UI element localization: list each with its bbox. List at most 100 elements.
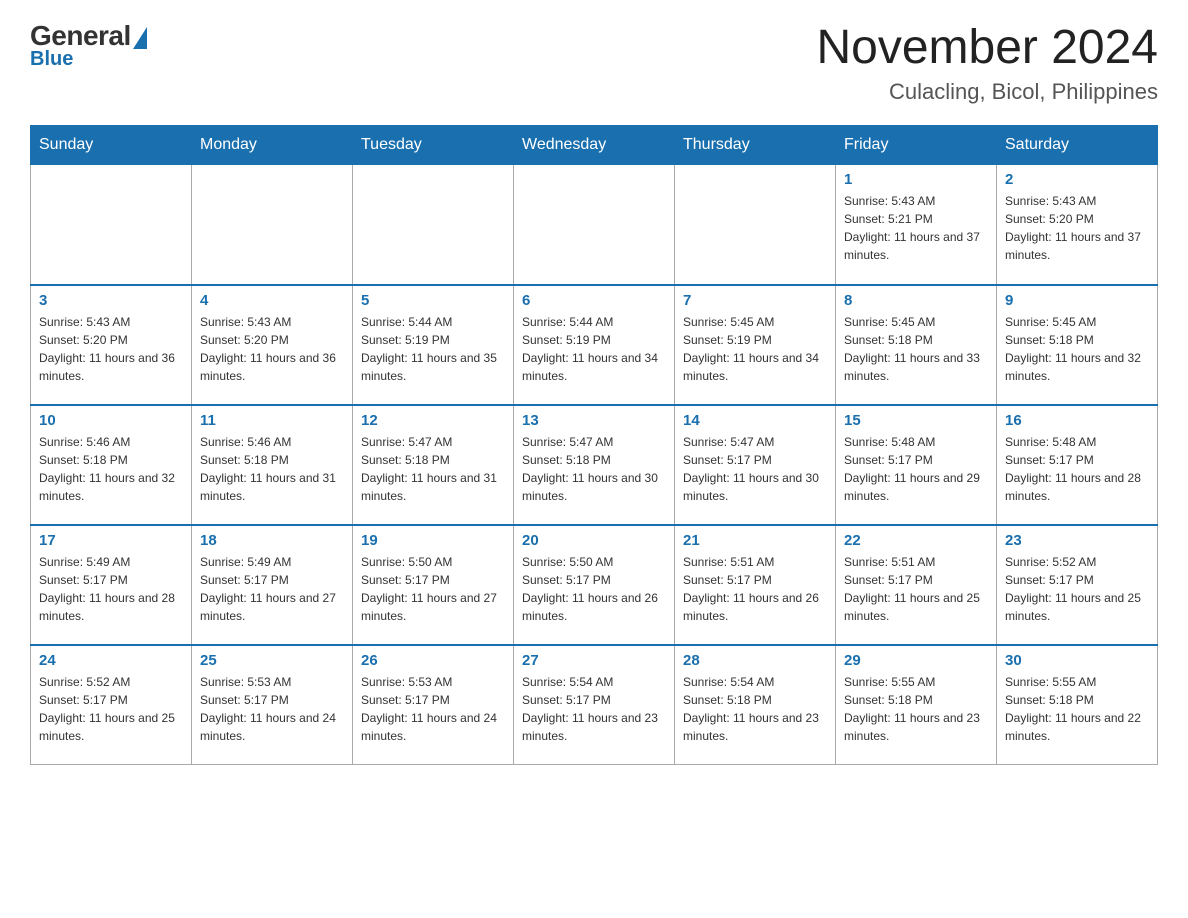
day-number: 16	[1005, 412, 1149, 429]
day-info: Sunrise: 5:50 AMSunset: 5:17 PMDaylight:…	[522, 553, 666, 625]
calendar-cell: 30 Sunrise: 5:55 AMSunset: 5:18 PMDayligh…	[997, 645, 1158, 765]
day-info: Sunrise: 5:50 AMSunset: 5:17 PMDaylight:…	[361, 553, 505, 625]
weekday-header-sunday: Sunday	[31, 126, 192, 165]
calendar-cell	[514, 165, 675, 285]
day-info: Sunrise: 5:54 AMSunset: 5:17 PMDaylight:…	[522, 673, 666, 745]
calendar-cell: 19Sunrise: 5:50 AMSunset: 5:17 PMDayligh…	[353, 525, 514, 645]
day-info: Sunrise: 5:51 AMSunset: 5:17 PMDaylight:…	[683, 553, 827, 625]
weekday-header-tuesday: Tuesday	[353, 126, 514, 165]
location-title: Culacling, Bicol, Philippines	[816, 79, 1158, 105]
day-number: 6	[522, 292, 666, 309]
title-section: November 2024 Culacling, Bicol, Philippi…	[816, 20, 1158, 105]
day-number: 9	[1005, 292, 1149, 309]
day-info: Sunrise: 5:43 AMSunset: 5:21 PMDaylight:…	[844, 192, 988, 264]
calendar-cell: 25 Sunrise: 5:53 AMSunset: 5:17 PMDayligh…	[192, 645, 353, 765]
month-title: November 2024	[816, 20, 1158, 75]
day-number: 8	[844, 292, 988, 309]
day-number: 21	[683, 532, 827, 549]
day-number: 30	[1005, 652, 1149, 669]
day-number: 4	[200, 292, 344, 309]
calendar-cell: 9 Sunrise: 5:45 AMSunset: 5:18 PMDaylight…	[997, 285, 1158, 405]
weekday-header-wednesday: Wednesday	[514, 126, 675, 165]
day-number: 20	[522, 532, 666, 549]
day-number: 10	[39, 412, 183, 429]
day-number: 1	[844, 171, 988, 188]
day-info: Sunrise: 5:55 AMSunset: 5:18 PMDaylight:…	[1005, 673, 1149, 745]
day-number: 26	[361, 652, 505, 669]
day-number: 7	[683, 292, 827, 309]
calendar-week-row: 3 Sunrise: 5:43 AMSunset: 5:20 PMDaylight…	[31, 285, 1158, 405]
weekday-header-saturday: Saturday	[997, 126, 1158, 165]
calendar-cell: 22 Sunrise: 5:51 AMSunset: 5:17 PMDayligh…	[836, 525, 997, 645]
day-info: Sunrise: 5:48 AMSunset: 5:17 PMDaylight:…	[844, 433, 988, 505]
day-number: 15	[844, 412, 988, 429]
day-number: 24	[39, 652, 183, 669]
day-info: Sunrise: 5:49 AMSunset: 5:17 PMDaylight:…	[39, 553, 183, 625]
day-info: Sunrise: 5:52 AMSunset: 5:17 PMDaylight:…	[1005, 553, 1149, 625]
calendar-cell: 29 Sunrise: 5:55 AMSunset: 5:18 PMDayligh…	[836, 645, 997, 765]
day-number: 5	[361, 292, 505, 309]
calendar-cell	[675, 165, 836, 285]
calendar-cell: 12 Sunrise: 5:47 AMSunset: 5:18 PMDayligh…	[353, 405, 514, 525]
day-info: Sunrise: 5:46 AMSunset: 5:18 PMDaylight:…	[200, 433, 344, 505]
weekday-header-friday: Friday	[836, 126, 997, 165]
day-info: Sunrise: 5:46 AMSunset: 5:18 PMDaylight:…	[39, 433, 183, 505]
calendar-cell: 23 Sunrise: 5:52 AMSunset: 5:17 PMDayligh…	[997, 525, 1158, 645]
calendar-header-row: SundayMondayTuesdayWednesdayThursdayFrid…	[31, 126, 1158, 165]
calendar-cell: 28 Sunrise: 5:54 AMSunset: 5:18 PMDayligh…	[675, 645, 836, 765]
calendar-cell: 2 Sunrise: 5:43 AMSunset: 5:20 PMDaylight…	[997, 165, 1158, 285]
day-info: Sunrise: 5:45 AMSunset: 5:19 PMDaylight:…	[683, 313, 827, 385]
calendar-cell: 3 Sunrise: 5:43 AMSunset: 5:20 PMDaylight…	[31, 285, 192, 405]
calendar-cell: 13Sunrise: 5:47 AMSunset: 5:18 PMDayligh…	[514, 405, 675, 525]
calendar-cell: 1 Sunrise: 5:43 AMSunset: 5:21 PMDaylight…	[836, 165, 997, 285]
calendar-week-row: 17 Sunrise: 5:49 AMSunset: 5:17 PMDayligh…	[31, 525, 1158, 645]
calendar-cell: 20 Sunrise: 5:50 AMSunset: 5:17 PMDayligh…	[514, 525, 675, 645]
day-number: 17	[39, 532, 183, 549]
day-info: Sunrise: 5:43 AMSunset: 5:20 PMDaylight:…	[39, 313, 183, 385]
logo-blue-text: Blue	[30, 48, 73, 71]
day-info: Sunrise: 5:45 AMSunset: 5:18 PMDaylight:…	[1005, 313, 1149, 385]
day-info: Sunrise: 5:47 AMSunset: 5:17 PMDaylight:…	[683, 433, 827, 505]
day-number: 23	[1005, 532, 1149, 549]
day-number: 12	[361, 412, 505, 429]
day-number: 3	[39, 292, 183, 309]
day-info: Sunrise: 5:43 AMSunset: 5:20 PMDaylight:…	[1005, 192, 1149, 264]
day-info: Sunrise: 5:47 AMSunset: 5:18 PMDaylight:…	[361, 433, 505, 505]
calendar-cell: 8 Sunrise: 5:45 AMSunset: 5:18 PMDaylight…	[836, 285, 997, 405]
day-number: 27	[522, 652, 666, 669]
calendar-table: SundayMondayTuesdayWednesdayThursdayFrid…	[30, 125, 1158, 765]
day-info: Sunrise: 5:54 AMSunset: 5:18 PMDaylight:…	[683, 673, 827, 745]
calendar-cell: 16 Sunrise: 5:48 AMSunset: 5:17 PMDayligh…	[997, 405, 1158, 525]
day-number: 18	[200, 532, 344, 549]
calendar-cell	[31, 165, 192, 285]
weekday-header-monday: Monday	[192, 126, 353, 165]
calendar-cell: 11 Sunrise: 5:46 AMSunset: 5:18 PMDayligh…	[192, 405, 353, 525]
calendar-cell: 6 Sunrise: 5:44 AMSunset: 5:19 PMDaylight…	[514, 285, 675, 405]
day-info: Sunrise: 5:45 AMSunset: 5:18 PMDaylight:…	[844, 313, 988, 385]
day-info: Sunrise: 5:53 AMSunset: 5:17 PMDaylight:…	[200, 673, 344, 745]
day-info: Sunrise: 5:44 AMSunset: 5:19 PMDaylight:…	[522, 313, 666, 385]
day-number: 2	[1005, 171, 1149, 188]
calendar-cell	[192, 165, 353, 285]
day-info: Sunrise: 5:51 AMSunset: 5:17 PMDaylight:…	[844, 553, 988, 625]
day-info: Sunrise: 5:53 AMSunset: 5:17 PMDaylight:…	[361, 673, 505, 745]
day-info: Sunrise: 5:55 AMSunset: 5:18 PMDaylight:…	[844, 673, 988, 745]
calendar-cell: 4Sunrise: 5:43 AMSunset: 5:20 PMDaylight…	[192, 285, 353, 405]
day-number: 22	[844, 532, 988, 549]
calendar-cell: 5 Sunrise: 5:44 AMSunset: 5:19 PMDaylight…	[353, 285, 514, 405]
calendar-week-row: 10 Sunrise: 5:46 AMSunset: 5:18 PMDayligh…	[31, 405, 1158, 525]
day-info: Sunrise: 5:52 AMSunset: 5:17 PMDaylight:…	[39, 673, 183, 745]
calendar-cell: 18Sunrise: 5:49 AMSunset: 5:17 PMDayligh…	[192, 525, 353, 645]
logo-triangle-icon	[133, 27, 147, 49]
day-info: Sunrise: 5:48 AMSunset: 5:17 PMDaylight:…	[1005, 433, 1149, 505]
calendar-week-row: 24 Sunrise: 5:52 AMSunset: 5:17 PMDayligh…	[31, 645, 1158, 765]
day-number: 29	[844, 652, 988, 669]
calendar-cell: 27 Sunrise: 5:54 AMSunset: 5:17 PMDayligh…	[514, 645, 675, 765]
day-number: 28	[683, 652, 827, 669]
day-number: 11	[200, 412, 344, 429]
day-number: 25	[200, 652, 344, 669]
day-info: Sunrise: 5:44 AMSunset: 5:19 PMDaylight:…	[361, 313, 505, 385]
calendar-cell	[353, 165, 514, 285]
day-number: 14	[683, 412, 827, 429]
weekday-header-thursday: Thursday	[675, 126, 836, 165]
